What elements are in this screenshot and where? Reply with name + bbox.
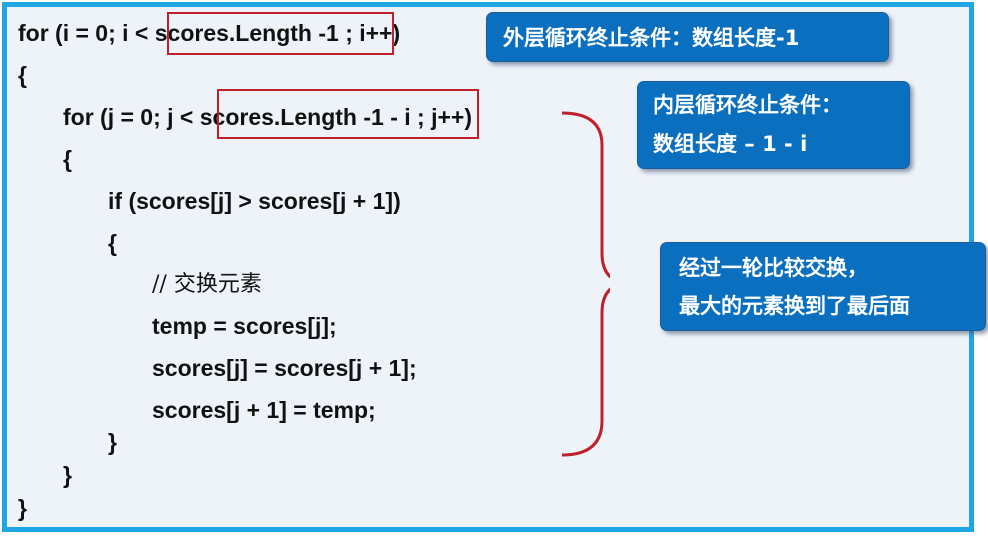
inner-condition-highlight: [217, 89, 479, 139]
code-line-temp-restore: scores[j + 1] = temp;: [152, 397, 376, 423]
brace-path: [561, 111, 610, 457]
code-line-comment: // 交换元素: [152, 272, 262, 297]
result-callout-line1: 经过一轮比较交换，: [679, 256, 868, 280]
code-line-if: if (scores[j] > scores[j + 1]): [108, 188, 401, 214]
code-line-open-brace-1: {: [18, 62, 27, 88]
result-callout-line2: 最大的元素换到了最后面: [679, 294, 910, 318]
code-line-swap-assign: scores[j] = scores[j + 1];: [152, 355, 417, 381]
result-callout: 经过一轮比较交换， 最大的元素换到了最后面: [660, 242, 986, 331]
code-line-open-brace-2: {: [63, 146, 72, 172]
code-line-close-brace-1: }: [18, 495, 27, 521]
brace-icon: [561, 111, 610, 457]
code-line-temp-assign: temp = scores[j];: [152, 313, 337, 339]
code-line-open-brace-3: {: [108, 230, 117, 256]
outer-condition-highlight: [167, 12, 394, 55]
outer-loop-callout-text: 外层循环终止条件：数组长度-1: [503, 26, 800, 50]
inner-loop-callout: 内层循环终止条件： 数组长度 – 1 - i: [637, 81, 910, 169]
code-line-close-brace-2: }: [63, 462, 72, 488]
inner-loop-callout-line2: 数组长度 – 1 - i: [653, 132, 808, 156]
outer-loop-callout: 外层循环终止条件：数组长度-1: [486, 12, 889, 62]
code-line-close-brace-3: }: [108, 429, 117, 455]
inner-loop-callout-line1: 内层循环终止条件：: [653, 93, 842, 117]
